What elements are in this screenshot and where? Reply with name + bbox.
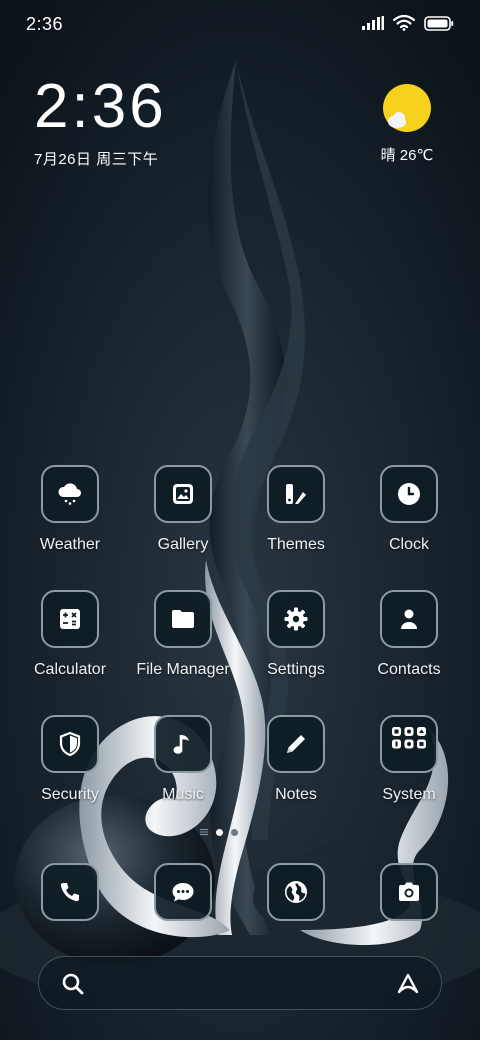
battery-icon (424, 15, 454, 31)
dock-camera[interactable] (349, 863, 469, 921)
app-label: Contacts (377, 661, 441, 678)
app-label: Music (162, 786, 204, 803)
app-label: Themes (267, 536, 325, 553)
clock-time: 2:36 (34, 72, 167, 141)
app-themes[interactable]: Themes (236, 465, 356, 554)
calculator-icon (41, 590, 99, 648)
dock-browser[interactable] (236, 863, 356, 921)
image-icon (154, 465, 212, 523)
folder-grid-icon (380, 715, 438, 773)
person-icon (380, 590, 438, 648)
app-music[interactable]: Music (123, 715, 243, 804)
globe-icon (267, 863, 325, 921)
dock-messages[interactable] (123, 863, 243, 921)
signal-icon (362, 16, 384, 30)
music-note-icon (154, 715, 212, 773)
clock-date: 7月26日 周三下午 (34, 151, 159, 168)
wifi-icon (393, 15, 415, 31)
app-settings[interactable]: Settings (236, 590, 356, 679)
app-label: Weather (39, 536, 101, 553)
status-time: 2:36 (26, 14, 64, 34)
app-security[interactable]: Security (10, 715, 130, 804)
status-bar: 2:36 (0, 0, 480, 50)
sun-cloud-icon (381, 84, 433, 136)
app-system-folder[interactable]: System (349, 715, 469, 804)
app-label: Settings (267, 661, 325, 678)
brush-icon (267, 465, 325, 523)
app-notes[interactable]: Notes (236, 715, 356, 804)
phone-icon (41, 863, 99, 921)
clock-icon (380, 465, 438, 523)
page-dot (231, 828, 238, 836)
gear-icon (267, 590, 325, 648)
app-gallery[interactable]: Gallery (123, 465, 243, 554)
search-icon[interactable] (61, 972, 85, 996)
search-bar[interactable] (38, 956, 442, 1010)
camera-icon (380, 863, 438, 921)
app-label: File Manager (136, 661, 230, 678)
app-file-manager[interactable]: File Manager (123, 590, 243, 679)
clock-widget[interactable]: 2:36 7月26日 周三下午 (34, 76, 167, 169)
folder-icon (154, 590, 212, 648)
page-dot-active (216, 828, 223, 836)
weather-widget[interactable]: 晴 26℃ (372, 84, 442, 165)
app-label: Security (41, 786, 99, 803)
app-contacts[interactable]: Contacts (349, 590, 469, 679)
page-indicator[interactable] (200, 828, 238, 836)
app-weather[interactable]: Weather (10, 465, 130, 554)
app-label: Clock (388, 536, 429, 553)
assistant-icon[interactable] (395, 971, 421, 997)
app-label: Calculator (33, 661, 107, 678)
message-icon (154, 863, 212, 921)
app-label: System (382, 786, 436, 803)
pencil-icon (267, 715, 325, 773)
shield-icon (41, 715, 99, 773)
app-label: Notes (275, 786, 317, 803)
app-label: Gallery (157, 536, 209, 553)
status-icons (362, 15, 454, 31)
cloud-snow-icon (41, 465, 99, 523)
app-calculator[interactable]: Calculator (10, 590, 130, 679)
app-clock[interactable]: Clock (349, 465, 469, 554)
weather-text: 晴 26℃ (380, 147, 434, 164)
list-indicator-icon (200, 829, 208, 835)
dock-phone[interactable] (10, 863, 130, 921)
